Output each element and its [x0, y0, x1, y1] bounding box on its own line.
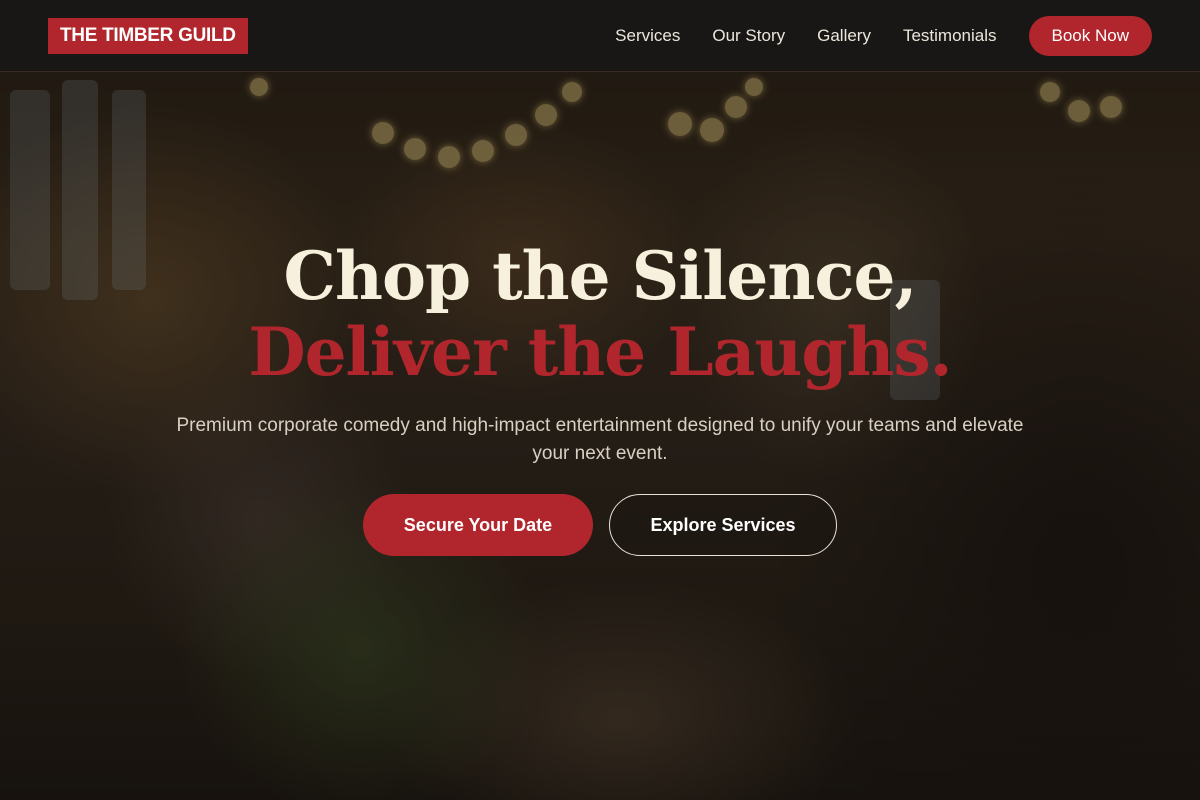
- brand-logo[interactable]: THE TIMBER GUILD: [48, 17, 248, 54]
- hero-headline: Chop the Silence, Deliver the Laughs.: [0, 236, 1200, 388]
- nav-link-our-story[interactable]: Our Story: [712, 26, 785, 46]
- secure-your-date-button[interactable]: Secure Your Date: [363, 494, 593, 556]
- book-now-button[interactable]: Book Now: [1028, 15, 1152, 56]
- main-nav: Services Our Story Gallery Testimonials …: [583, 15, 1152, 56]
- nav-link-services[interactable]: Services: [615, 26, 680, 46]
- headline-line-2: Deliver the Laughs.: [248, 313, 952, 391]
- top-navigation-bar: THE TIMBER GUILD Services Our Story Gall…: [0, 0, 1200, 72]
- cta-group: Secure Your Date Explore Services: [0, 494, 1200, 556]
- nav-link-testimonials[interactable]: Testimonials: [903, 26, 997, 46]
- headline-line-1: Chop the Silence,: [283, 237, 917, 315]
- explore-services-button[interactable]: Explore Services: [609, 494, 837, 556]
- hero-section: Chop the Silence, Deliver the Laughs. Pr…: [0, 236, 1200, 556]
- hero-subtext: Premium corporate comedy and high-impact…: [176, 415, 1024, 464]
- nav-link-gallery[interactable]: Gallery: [817, 26, 871, 46]
